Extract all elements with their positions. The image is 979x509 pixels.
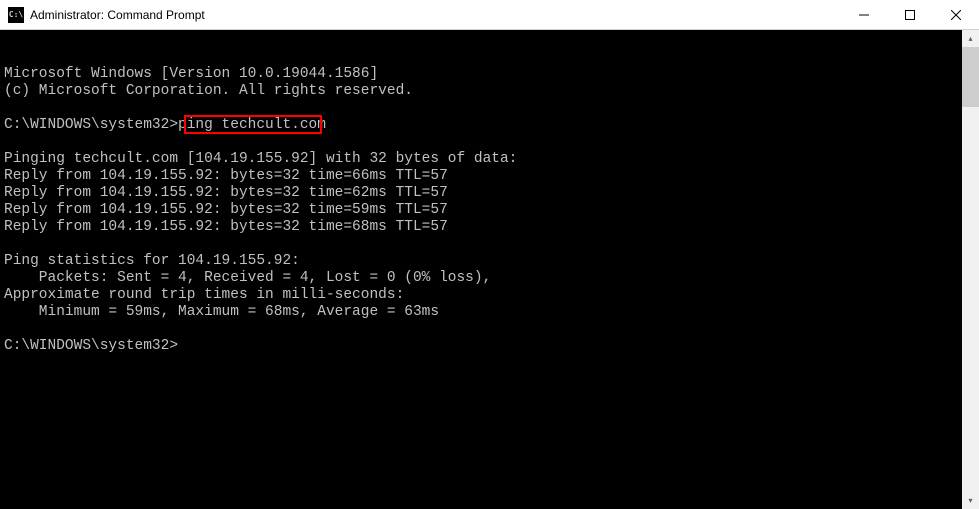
terminal-output[interactable]: Microsoft Windows [Version 10.0.19044.15… [0, 30, 962, 509]
terminal-line: Microsoft Windows [Version 10.0.19044.15… [4, 66, 962, 83]
terminal-line: Reply from 104.19.155.92: bytes=32 time=… [4, 202, 962, 219]
scroll-down-button[interactable]: ▾ [962, 492, 979, 509]
maximize-button[interactable] [887, 0, 933, 29]
vertical-scrollbar[interactable]: ▴ ▾ [962, 30, 979, 509]
window-title: Administrator: Command Prompt [30, 8, 205, 22]
scroll-thumb[interactable] [962, 47, 979, 107]
terminal-line: Packets: Sent = 4, Received = 4, Lost = … [4, 270, 962, 287]
terminal-line: Approximate round trip times in milli-se… [4, 287, 962, 304]
terminal-line [4, 100, 962, 117]
terminal-line: (c) Microsoft Corporation. All rights re… [4, 83, 962, 100]
terminal-line: Reply from 104.19.155.92: bytes=32 time=… [4, 185, 962, 202]
close-icon [951, 10, 961, 20]
terminal-line: Minimum = 59ms, Maximum = 68ms, Average … [4, 304, 962, 321]
terminal-line: Pinging techcult.com [104.19.155.92] wit… [4, 151, 962, 168]
terminal-line: Reply from 104.19.155.92: bytes=32 time=… [4, 168, 962, 185]
close-button[interactable] [933, 0, 979, 29]
minimize-button[interactable] [841, 0, 887, 29]
titlebar-left: C:\ Administrator: Command Prompt [0, 7, 205, 23]
terminal-line: C:\WINDOWS\system32>ping techcult.com [4, 117, 962, 134]
terminal-line: Ping statistics for 104.19.155.92: [4, 253, 962, 270]
terminal-line [4, 321, 962, 338]
maximize-icon [905, 10, 915, 20]
cmd-icon: C:\ [8, 7, 24, 23]
terminal-wrap: Microsoft Windows [Version 10.0.19044.15… [0, 30, 979, 509]
window-controls [841, 0, 979, 29]
terminal-line [4, 236, 962, 253]
minimize-icon [859, 10, 869, 20]
terminal-line: Reply from 104.19.155.92: bytes=32 time=… [4, 219, 962, 236]
terminal-line [4, 134, 962, 151]
terminal-line: C:\WINDOWS\system32> [4, 338, 962, 355]
titlebar[interactable]: C:\ Administrator: Command Prompt [0, 0, 979, 30]
scroll-up-button[interactable]: ▴ [962, 30, 979, 47]
